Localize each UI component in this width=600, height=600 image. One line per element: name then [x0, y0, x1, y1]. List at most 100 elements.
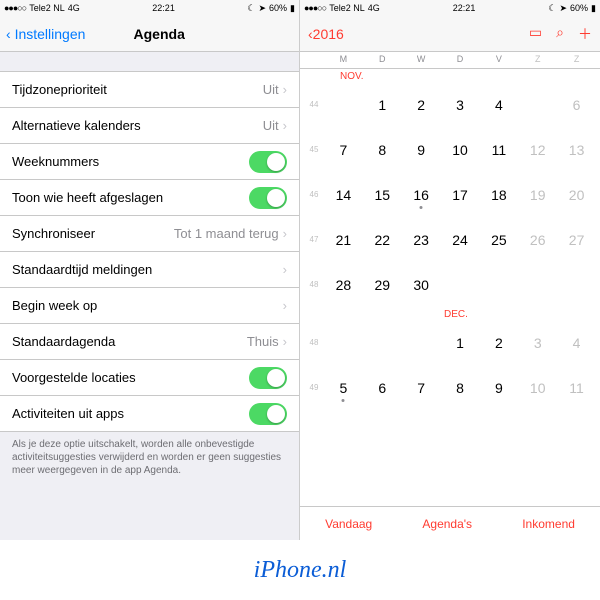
- page-title: Agenda: [25, 26, 293, 42]
- month-label: NOV.: [304, 71, 596, 82]
- week-number: 48: [304, 280, 324, 289]
- week-row: 44123456: [304, 82, 596, 127]
- day[interactable]: 12: [518, 142, 557, 158]
- week-row: 48282930: [304, 262, 596, 307]
- location-icon: ➤: [258, 3, 266, 14]
- day[interactable]: 17: [441, 187, 480, 203]
- carrier: Tele2 NL: [29, 3, 65, 13]
- row-sync[interactable]: SynchroniseerTot 1 maand terug›: [0, 215, 299, 252]
- status-bar: ●●●○○ Tele2 NL 4G 22:21 ☾ ➤ 60% ▮: [300, 0, 600, 16]
- footer-text: Als je deze optie uitschakelt, worden al…: [0, 432, 299, 483]
- day[interactable]: 18: [479, 187, 518, 203]
- day[interactable]: 2: [479, 335, 518, 351]
- chevron-right-icon: ›: [283, 118, 287, 133]
- brand-watermark: iPhone.nl: [0, 540, 600, 600]
- day[interactable]: 8: [441, 380, 480, 396]
- battery-icon: ▮: [290, 3, 295, 14]
- day[interactable]: 11: [557, 380, 596, 396]
- day[interactable]: 30: [402, 277, 441, 293]
- day[interactable]: 6: [363, 380, 402, 396]
- tab-inbox[interactable]: Inkomend: [522, 517, 575, 531]
- row-activiteiten[interactable]: Activiteiten uit apps: [0, 395, 299, 432]
- dow: W: [402, 54, 441, 64]
- day[interactable]: 4: [479, 97, 518, 113]
- day[interactable]: 7: [402, 380, 441, 396]
- day[interactable]: 10: [441, 142, 480, 158]
- tab-agendas[interactable]: Agenda's: [422, 517, 472, 531]
- day[interactable]: 4: [557, 335, 596, 351]
- row-value: Thuis: [247, 334, 279, 349]
- row-label: Begin week op: [12, 298, 283, 313]
- view-icon[interactable]: ▭: [529, 24, 542, 44]
- battery-percent: 60%: [570, 3, 588, 13]
- clock: 22:21: [152, 3, 175, 13]
- day[interactable]: 29: [363, 277, 402, 293]
- moon-icon: ☾: [548, 3, 556, 14]
- row-weeknummers[interactable]: Weeknummers: [0, 143, 299, 180]
- day[interactable]: 11: [479, 142, 518, 158]
- settings-pane: ●●●○○ Tele2 NL 4G 22:21 ☾ ➤ 60% ▮ ‹ Inst…: [0, 0, 300, 540]
- row-afgeslagen[interactable]: Toon wie heeft afgeslagen: [0, 179, 299, 216]
- toggle-locaties[interactable]: [249, 367, 287, 389]
- day[interactable]: 1: [363, 97, 402, 113]
- day[interactable]: 25: [479, 232, 518, 248]
- toggle-weeknummers[interactable]: [249, 151, 287, 173]
- back-year-button[interactable]: ‹2016: [308, 26, 344, 42]
- signal-icon: ●●●○○: [304, 3, 326, 13]
- day[interactable]: 14: [324, 187, 363, 203]
- add-icon[interactable]: ＋: [578, 24, 592, 44]
- day[interactable]: 16: [402, 187, 441, 203]
- moon-icon: ☾: [247, 3, 255, 14]
- chevron-left-icon: ‹: [6, 26, 11, 42]
- day[interactable]: 3: [441, 97, 480, 113]
- row-alt-kalenders[interactable]: Alternatieve kalendersUit›: [0, 107, 299, 144]
- day[interactable]: 7: [324, 142, 363, 158]
- day[interactable]: 27: [557, 232, 596, 248]
- dow: D: [441, 54, 480, 64]
- battery-icon: ▮: [591, 3, 596, 14]
- day-of-week-header: M D W D V Z Z: [300, 52, 600, 69]
- day[interactable]: 26: [518, 232, 557, 248]
- day[interactable]: 21: [324, 232, 363, 248]
- week-number: 48: [304, 338, 324, 347]
- day[interactable]: 2: [402, 97, 441, 113]
- dow: V: [479, 54, 518, 64]
- toggle-activiteiten[interactable]: [249, 403, 287, 425]
- day[interactable]: 9: [479, 380, 518, 396]
- day[interactable]: 24: [441, 232, 480, 248]
- day[interactable]: 23: [402, 232, 441, 248]
- day[interactable]: 3: [518, 335, 557, 351]
- day[interactable]: 6: [557, 97, 596, 113]
- row-label: Synchroniseer: [12, 226, 174, 241]
- day[interactable]: 10: [518, 380, 557, 396]
- search-icon[interactable]: ⌕: [556, 24, 564, 44]
- day[interactable]: 19: [518, 187, 557, 203]
- day[interactable]: 1: [441, 335, 480, 351]
- day[interactable]: 9: [402, 142, 441, 158]
- tab-bar: Vandaag Agenda's Inkomend: [300, 506, 600, 540]
- day[interactable]: 22: [363, 232, 402, 248]
- day[interactable]: 15: [363, 187, 402, 203]
- calendar-grid: NOV. 44123456 4578910111213 461415161718…: [300, 69, 600, 506]
- dow: D: [363, 54, 402, 64]
- row-label: Weeknummers: [12, 154, 249, 169]
- week-row: 49567891011: [304, 365, 596, 410]
- row-label: Toon wie heeft afgeslagen: [12, 190, 249, 205]
- day-selected[interactable]: 5: [518, 97, 557, 113]
- row-standaardagenda[interactable]: StandaardagendaThuis›: [0, 323, 299, 360]
- tab-today[interactable]: Vandaag: [325, 517, 372, 531]
- row-value: Tot 1 maand terug: [174, 226, 279, 241]
- week-number: 45: [304, 145, 324, 154]
- week-number: 46: [304, 190, 324, 199]
- day[interactable]: 20: [557, 187, 596, 203]
- row-beginweek[interactable]: Begin week op›: [0, 287, 299, 324]
- day[interactable]: 28: [324, 277, 363, 293]
- chevron-right-icon: ›: [283, 262, 287, 277]
- day[interactable]: 13: [557, 142, 596, 158]
- day[interactable]: 5: [324, 380, 363, 396]
- row-locaties[interactable]: Voorgestelde locaties: [0, 359, 299, 396]
- row-meldingen[interactable]: Standaardtijd meldingen›: [0, 251, 299, 288]
- day[interactable]: 8: [363, 142, 402, 158]
- toggle-afgeslagen[interactable]: [249, 187, 287, 209]
- row-tijdzone[interactable]: TijdzoneprioriteitUit›: [0, 71, 299, 108]
